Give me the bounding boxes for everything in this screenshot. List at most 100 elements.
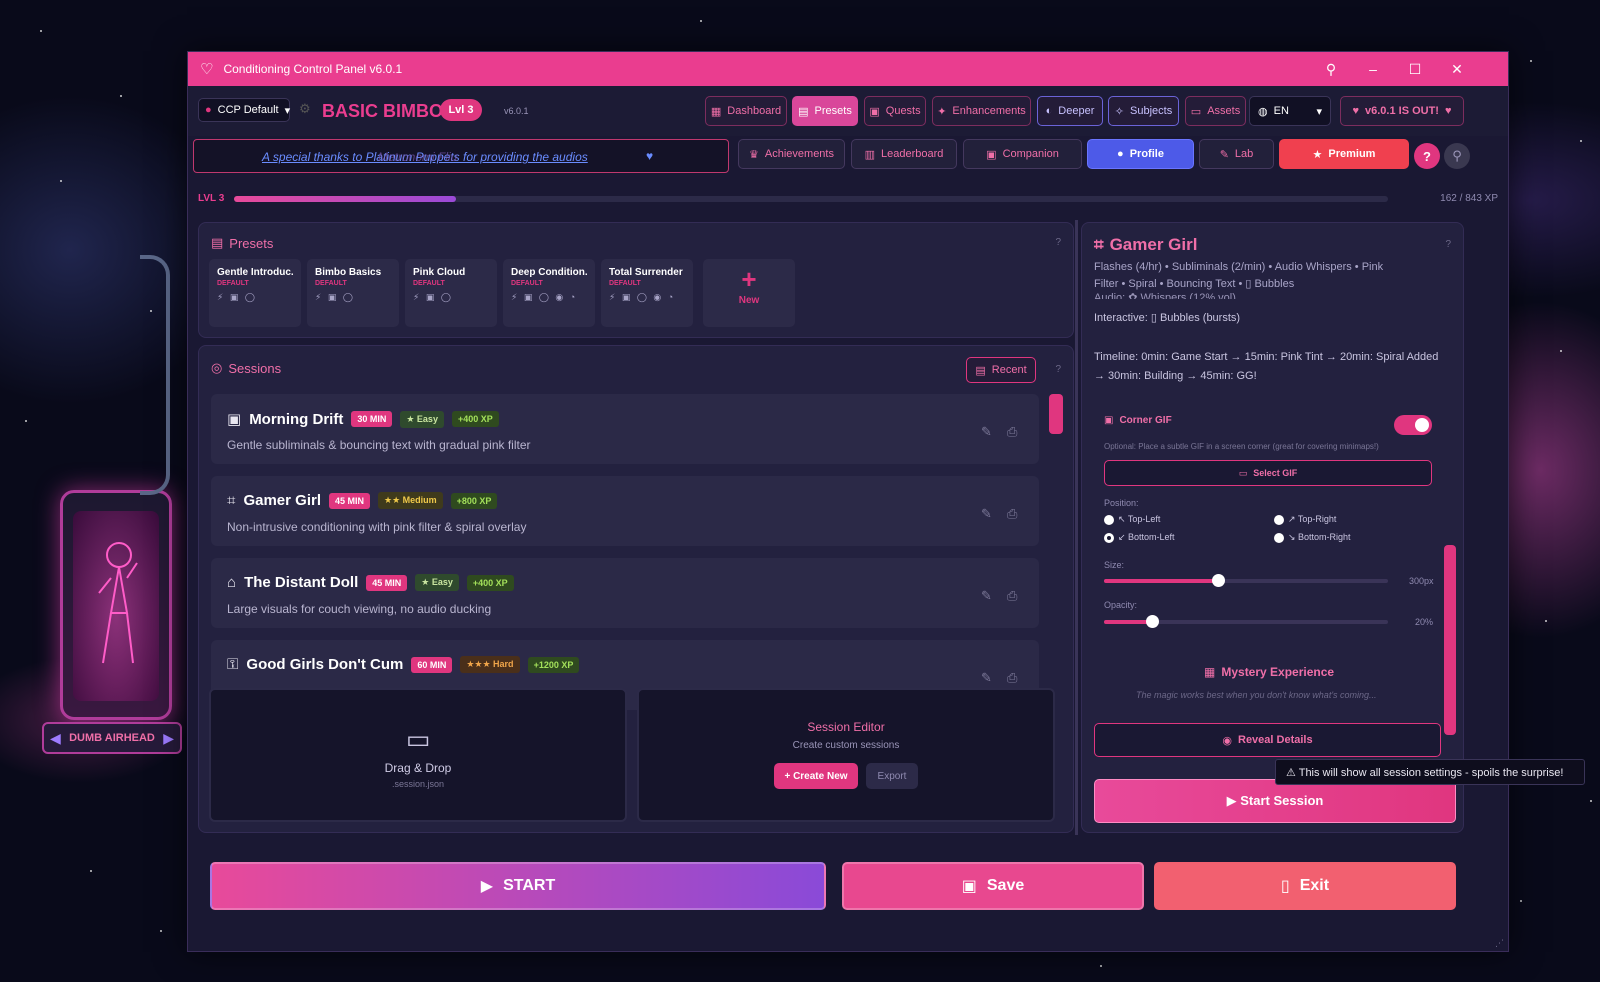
btn-achievements[interactable]: ♛ Achievements: [738, 139, 845, 169]
star-icon: ★: [1312, 148, 1323, 161]
minimize-button[interactable]: –: [1352, 52, 1394, 86]
next-arrow-icon[interactable]: ▶: [163, 730, 174, 747]
nav-enhancements[interactable]: ✦ Enhancements: [932, 96, 1031, 126]
nav-dashboard[interactable]: ▦ Dashboard: [705, 96, 787, 126]
edit-icon[interactable]: ✎: [981, 588, 992, 604]
size-slider-fill: [1104, 579, 1218, 583]
couch-icon: ⌂: [227, 574, 237, 591]
opacity-slider-knob[interactable]: [1146, 615, 1160, 628]
btn-premium[interactable]: ★ Premium: [1279, 139, 1409, 169]
btn-companion[interactable]: ▣ Companion: [963, 139, 1082, 169]
session-row[interactable]: ⌗ Gamer Girl 45 MIN ★★ Medium +800 XP Non-in…: [211, 476, 1039, 546]
corner-gif-toggle[interactable]: [1394, 415, 1432, 435]
preset-feature-icons: ⚡ ▣ ◯: [315, 292, 355, 302]
export-icon[interactable]: ⎙: [1007, 588, 1017, 604]
session-row[interactable]: ▣ Morning Drift 30 MIN ★ Easy +400 XP Gentle…: [211, 394, 1039, 464]
session-row[interactable]: ⌂ The Distant Doll 45 MIN ★ Easy +400 XP Lar…: [211, 558, 1039, 628]
edit-icon[interactable]: ✎: [981, 424, 992, 440]
export-icon[interactable]: ⎙: [1007, 424, 1017, 440]
preset-card[interactable]: Bimbo Basics DEFAULT ⚡ ▣ ◯: [307, 259, 399, 327]
recent-button[interactable]: ▤ Recent: [966, 357, 1036, 383]
avatar-label-bar[interactable]: ◀ DUMB AIRHEAD ▶: [42, 722, 182, 754]
presets-panel: ▤ Presets ? Gentle Introduc... DEFAULT ⚡ ▣ …: [198, 222, 1074, 338]
profile-select[interactable]: ● CCP Default ▾: [198, 98, 290, 122]
preset-feature-icons: ⚡ ▣ ◯ ◉ ◔: [609, 292, 676, 302]
maximize-button[interactable]: ☐: [1394, 52, 1436, 86]
update-button[interactable]: ♥ v6.0.1 IS OUT! ♥: [1340, 96, 1464, 126]
xp-text: 162 / 843 XP: [1440, 193, 1498, 204]
size-slider-knob[interactable]: [1211, 574, 1225, 587]
nav-subjects[interactable]: ✧ Subjects: [1108, 96, 1179, 126]
start-button[interactable]: ▶ START: [210, 862, 826, 910]
detail-title: ⌗ Gamer Girl: [1094, 235, 1198, 254]
preset-card[interactable]: Total Surrender DEFAULT ⚡ ▣ ◯ ◉ ◔: [601, 259, 693, 327]
nav-deeper[interactable]: ◐ Deeper: [1037, 96, 1103, 126]
radio-top-right[interactable]: ↗ Top-Right: [1274, 514, 1336, 525]
lock-icon: ⚿: [227, 656, 239, 673]
session-detail-panel: ⌗ Gamer Girl ? Flashes (4/hr) • Sublimina…: [1081, 222, 1464, 833]
marquee-banner[interactable]: A special thanks to Platinum Puppets for…: [193, 139, 729, 173]
quests-icon: ▣: [869, 105, 880, 118]
preset-card[interactable]: Pink Cloud DEFAULT ⚡ ▣ ◯: [405, 259, 497, 327]
radio-bottom-right[interactable]: ↘ Bottom-Right: [1274, 532, 1351, 543]
exit-button[interactable]: ▯ Exit: [1154, 862, 1456, 910]
start-session-button[interactable]: ▶ Start Session: [1094, 779, 1456, 823]
nav-assets[interactable]: ▭ Assets: [1185, 96, 1246, 126]
close-button[interactable]: ✕: [1436, 52, 1478, 86]
language-select[interactable]: ◍ EN ▾: [1249, 96, 1331, 126]
prev-arrow-icon[interactable]: ◀: [50, 730, 61, 747]
resize-grip-icon[interactable]: ⋰: [1495, 938, 1504, 949]
nav-presets[interactable]: ▤ Presets: [792, 96, 858, 126]
radio-top-left[interactable]: ↖ Top-Left: [1104, 514, 1160, 525]
help-button[interactable]: ?: [1414, 143, 1440, 169]
export-icon[interactable]: ⎙: [1007, 670, 1017, 686]
heart-icon: ♥: [1444, 105, 1452, 117]
deeper-icon: ◐: [1045, 105, 1053, 117]
sessions-scrollbar[interactable]: [1049, 394, 1063, 434]
mode-name: BASIC BIMBO: [322, 101, 443, 121]
dashboard-icon: ▦: [710, 105, 722, 118]
btn-profile[interactable]: ● Profile: [1087, 139, 1194, 169]
save-button[interactable]: ▣ Save: [842, 862, 1144, 910]
sessions-help[interactable]: ?: [1055, 364, 1061, 375]
export-icon[interactable]: ⎙: [1007, 506, 1017, 522]
presets-icon: ▤: [798, 105, 809, 118]
reveal-tooltip: ⚠ This will show all session settings - …: [1275, 759, 1585, 785]
sparkle-icon: ✦: [937, 105, 947, 118]
export-button[interactable]: Export: [866, 763, 918, 789]
edit-icon[interactable]: ✎: [981, 506, 992, 522]
btn-leaderboard[interactable]: ▥ Leaderboard: [851, 139, 957, 169]
gamepad-icon: ⌗: [227, 492, 236, 509]
select-gif-button[interactable]: ▭ Select GIF: [1104, 460, 1432, 486]
detail-help[interactable]: ?: [1445, 239, 1451, 250]
preset-feature-icons: ⚡ ▣ ◯: [217, 292, 257, 302]
new-preset-button[interactable]: + New: [703, 259, 795, 327]
title-bar: ♡ Conditioning Control Panel v6.0.1 ⚲ – …: [188, 52, 1508, 86]
detail-scrollbar[interactable]: [1444, 545, 1456, 735]
xp-bar: LVL 3 162 / 843 XP: [198, 188, 1498, 210]
preset-card[interactable]: Deep Condition... DEFAULT ⚡ ▣ ◯ ◉ ◔: [503, 259, 595, 327]
presets-help[interactable]: ?: [1055, 237, 1061, 248]
link-icon[interactable]: ⚲: [1444, 143, 1470, 169]
folder-icon: ▭: [1190, 105, 1202, 118]
pencil-icon: ✎: [1219, 148, 1229, 161]
save-icon: ▣: [961, 878, 977, 895]
image-icon: ▣: [1104, 415, 1114, 426]
folder-icon: ▭: [1238, 467, 1248, 478]
btn-lab[interactable]: ✎ Lab: [1199, 139, 1274, 169]
radio-bottom-left[interactable]: ↙ Bottom-Left: [1104, 532, 1175, 543]
xp-fill: [234, 196, 456, 202]
gear-icon[interactable]: ⚙: [299, 101, 311, 117]
reveal-details-button[interactable]: ◉ Reveal Details: [1094, 723, 1441, 757]
preset-card[interactable]: Gentle Introduc... DEFAULT ⚡ ▣ ◯: [209, 259, 301, 327]
drop-zone[interactable]: ▭ Drag & Drop .session.json: [209, 688, 627, 822]
size-slider[interactable]: [1104, 574, 1388, 587]
window-title: Conditioning Control Panel v6.0.1: [223, 62, 403, 76]
top-nav: ● CCP Default ▾ ⚙ BASIC BIMBO Lvl 3 v6.0…: [188, 86, 1508, 136]
nav-quests[interactable]: ▣ Quests: [864, 96, 926, 126]
opacity-slider[interactable]: [1104, 615, 1388, 628]
version-label: v6.0.1: [504, 106, 529, 116]
pin-icon[interactable]: ⚲: [1310, 52, 1352, 86]
create-new-button[interactable]: + Create New: [774, 763, 858, 789]
edit-icon[interactable]: ✎: [981, 670, 992, 686]
